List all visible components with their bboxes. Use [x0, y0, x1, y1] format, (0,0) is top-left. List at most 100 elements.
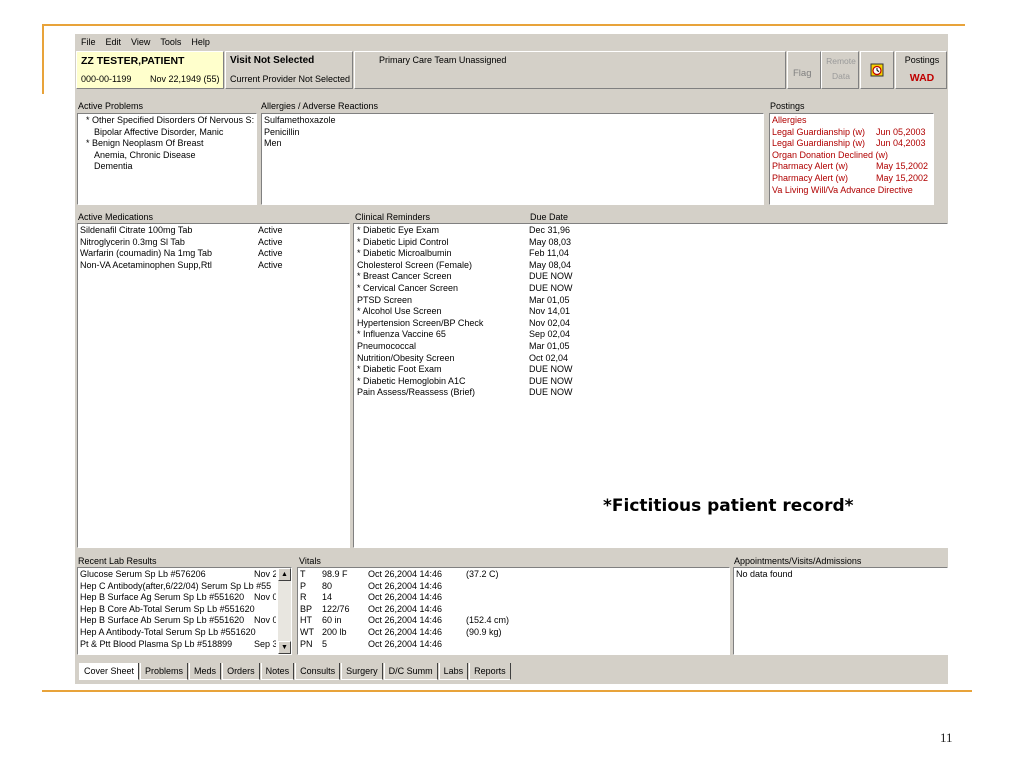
labs-list[interactable]: Glucose Serum Sp Lb #576206 Nov 2 Hep C An…	[77, 567, 292, 655]
reminder-name: Nutrition/Obesity Screen	[357, 352, 455, 363]
list-item[interactable]: Hep C Antibody(after,6/22/04) Serum Sp L…	[80, 581, 276, 593]
list-item[interactable]: * Cervical Cancer Screen DUE NOW	[357, 283, 945, 295]
list-item[interactable]: PN 5 Oct 26,2004 14:46	[300, 639, 727, 651]
list-item[interactable]: * Breast Cancer Screen DUE NOW	[357, 271, 945, 283]
list-item[interactable]: Dementia	[80, 161, 254, 173]
lab-date: Nov 0	[254, 615, 276, 626]
reminder-due: May 08,03	[529, 236, 572, 247]
list-item[interactable]: * Diabetic Eye Exam Dec 31,96	[357, 225, 945, 237]
vital-date: Oct 26,2004 14:46	[368, 626, 443, 637]
cprs-window: File Edit View Tools Help ZZ TESTER,PATI…	[75, 34, 948, 684]
list-item[interactable]: Non-VA Acetaminophen Supp,Rtl Active	[80, 260, 347, 272]
tab-notes[interactable]: Notes	[260, 663, 295, 680]
medication-status: Active	[258, 248, 283, 259]
tab-d-c-summ[interactable]: D/C Summ	[383, 663, 438, 680]
list-item[interactable]: PTSD Screen Mar 01,05	[357, 295, 945, 307]
tab-problems[interactable]: Problems	[140, 663, 189, 680]
tab-consults[interactable]: Consults	[295, 663, 341, 680]
primary-care-button[interactable]: Primary Care Team Unassigned	[354, 51, 786, 89]
list-item[interactable]: Sildenafil Citrate 100mg Tab Active	[80, 225, 347, 237]
remote-data-button[interactable]: Remote Data	[821, 51, 859, 89]
list-item[interactable]: Penicillin	[264, 127, 761, 139]
flag-button[interactable]: Flag	[787, 51, 821, 89]
tab-labs[interactable]: Labs	[438, 663, 469, 680]
list-item[interactable]: Men	[264, 138, 761, 150]
list-item[interactable]: Hep A Antibody-Total Serum Sp Lb #551620	[80, 627, 276, 639]
list-item[interactable]: Hep B Surface Ag Serum Sp Lb #551620 Nov …	[80, 592, 276, 604]
list-item[interactable]: Pharmacy Alert (w) May 15,2002	[772, 161, 931, 173]
menu-edit[interactable]: Edit	[106, 37, 122, 47]
list-item[interactable]: Legal Guardianship (w) Jun 04,2003	[772, 138, 931, 150]
list-item[interactable]: Hep B Core Ab-Total Serum Sp Lb #551620	[80, 604, 276, 616]
tab-orders[interactable]: Orders	[222, 663, 260, 680]
list-item[interactable]: Legal Guardianship (w) Jun 05,2003	[772, 127, 931, 139]
list-item[interactable]: Va Living Will/Va Advance Directive	[772, 185, 931, 197]
vital-value: 80	[322, 580, 333, 591]
problems-list[interactable]: * Other Specified Disorders Of Nervous S…	[77, 113, 257, 205]
posting-name: Pharmacy Alert (w)	[772, 161, 849, 172]
menu-tools[interactable]: Tools	[160, 37, 181, 47]
list-item[interactable]: P 80 Oct 26,2004 14:46	[300, 581, 727, 593]
list-item[interactable]: Nitroglycerin 0.3mg Sl Tab Active	[80, 237, 347, 249]
menu-help[interactable]: Help	[191, 37, 210, 47]
list-item[interactable]: HT 60 in Oct 26,2004 14:46 (152.4 cm)	[300, 615, 727, 627]
problems-label: Active Problems	[78, 101, 144, 111]
tab-surgery[interactable]: Surgery	[341, 663, 383, 680]
medications-list[interactable]: Sildenafil Citrate 100mg Tab Active Nitro…	[77, 223, 350, 548]
lab-name: Hep B Surface Ag Serum Sp Lb #551620	[80, 592, 245, 603]
list-item[interactable]: Sulfamethoxazole	[264, 115, 761, 127]
list-item[interactable]: R 14 Oct 26,2004 14:46	[300, 592, 727, 604]
allergies-list[interactable]: Sulfamethoxazole Penicillin Men	[261, 113, 764, 205]
menu-file[interactable]: File	[81, 37, 96, 47]
list-item[interactable]: Glucose Serum Sp Lb #576206 Nov 2	[80, 569, 276, 581]
list-item[interactable]: Warfarin (coumadin) Na 1mg Tab Active	[80, 248, 347, 260]
postings-label: Postings	[770, 101, 805, 111]
list-item[interactable]: Nutrition/Obesity Screen Oct 02,04	[357, 353, 945, 365]
menu-view[interactable]: View	[131, 37, 150, 47]
posting-name: Legal Guardianship (w)	[772, 126, 866, 137]
labs-scrollbar[interactable]: ▲ ▼	[278, 568, 291, 654]
list-item[interactable]: Bipolar Affective Disorder, Manic	[80, 127, 254, 139]
list-item[interactable]: Pneumococcal Mar 01,05	[357, 341, 945, 353]
visit-info-button[interactable]: Visit Not Selected Current Provider Not …	[225, 51, 353, 89]
list-item[interactable]: * Alcohol Use Screen Nov 14,01	[357, 306, 945, 318]
reminders-button[interactable]	[860, 51, 894, 89]
list-item[interactable]: * Other Specified Disorders Of Nervous S…	[80, 115, 254, 127]
vitals-list[interactable]: T 98.9 F Oct 26,2004 14:46 (37.2 C) P 80 Oct 2…	[297, 567, 730, 655]
scroll-up-icon[interactable]: ▲	[278, 568, 291, 581]
patient-header: ZZ TESTER,PATIENT 000-00-1199 Nov 22,194…	[75, 51, 948, 91]
list-item[interactable]: * Influenza Vaccine 65 Sep 02,04	[357, 329, 945, 341]
tab-reports[interactable]: Reports	[469, 663, 511, 680]
vital-code: BP	[300, 603, 313, 614]
list-item[interactable]: Hep B Surface Ab Serum Sp Lb #551620 Nov …	[80, 615, 276, 627]
list-item[interactable]: T 98.9 F Oct 26,2004 14:46 (37.2 C)	[300, 569, 727, 581]
list-item[interactable]: * Diabetic Foot Exam DUE NOW	[357, 364, 945, 376]
allergies-label: Allergies / Adverse Reactions	[261, 101, 379, 111]
appointments-list[interactable]: No data found	[733, 567, 948, 655]
list-item[interactable]: Allergies	[772, 115, 931, 127]
remote-data-label: Remote Data	[826, 56, 856, 81]
list-item[interactable]: WT 200 lb Oct 26,2004 14:46 (90.9 kg)	[300, 627, 727, 639]
list-item[interactable]: Anemia, Chronic Disease	[80, 150, 254, 162]
tab-cover-sheet[interactable]: Cover Sheet	[79, 663, 140, 680]
medication-name: Non-VA Acetaminophen Supp,Rtl	[80, 259, 212, 270]
list-item[interactable]: Pain Assess/Reassess (Brief) DUE NOW	[357, 387, 945, 399]
list-item[interactable]: Cholesterol Screen (Female) May 08,04	[357, 260, 945, 272]
list-item[interactable]: * Diabetic Hemoglobin A1C DUE NOW	[357, 376, 945, 388]
postings-list[interactable]: Allergies Legal Guardianship (w) Jun 05,2…	[769, 113, 934, 205]
medication-status: Active	[258, 225, 283, 235]
alarm-clock-icon	[870, 63, 884, 77]
list-item[interactable]: * Diabetic Lipid Control May 08,03	[357, 237, 945, 249]
scroll-down-icon[interactable]: ▼	[278, 641, 291, 654]
list-item[interactable]: * Diabetic Microalbumin Feb 11,04	[357, 248, 945, 260]
list-item[interactable]: BP 122/76 Oct 26,2004 14:46	[300, 604, 727, 616]
list-item[interactable]: Organ Donation Declined (w)	[772, 150, 931, 162]
list-item[interactable]: Pt & Ptt Blood Plasma Sp Lb #518899 Sep 3	[80, 639, 276, 651]
vital-code: HT	[300, 615, 312, 626]
patient-info-button[interactable]: ZZ TESTER,PATIENT 000-00-1199 Nov 22,194…	[76, 51, 224, 89]
list-item[interactable]: * Benign Neoplasm Of Breast	[80, 138, 254, 150]
list-item[interactable]: Hypertension Screen/BP Check Nov 02,04	[357, 318, 945, 330]
postings-button[interactable]: Postings WAD	[895, 51, 947, 89]
tab-meds[interactable]: Meds	[189, 663, 222, 680]
list-item[interactable]: Pharmacy Alert (w) May 15,2002	[772, 173, 931, 185]
